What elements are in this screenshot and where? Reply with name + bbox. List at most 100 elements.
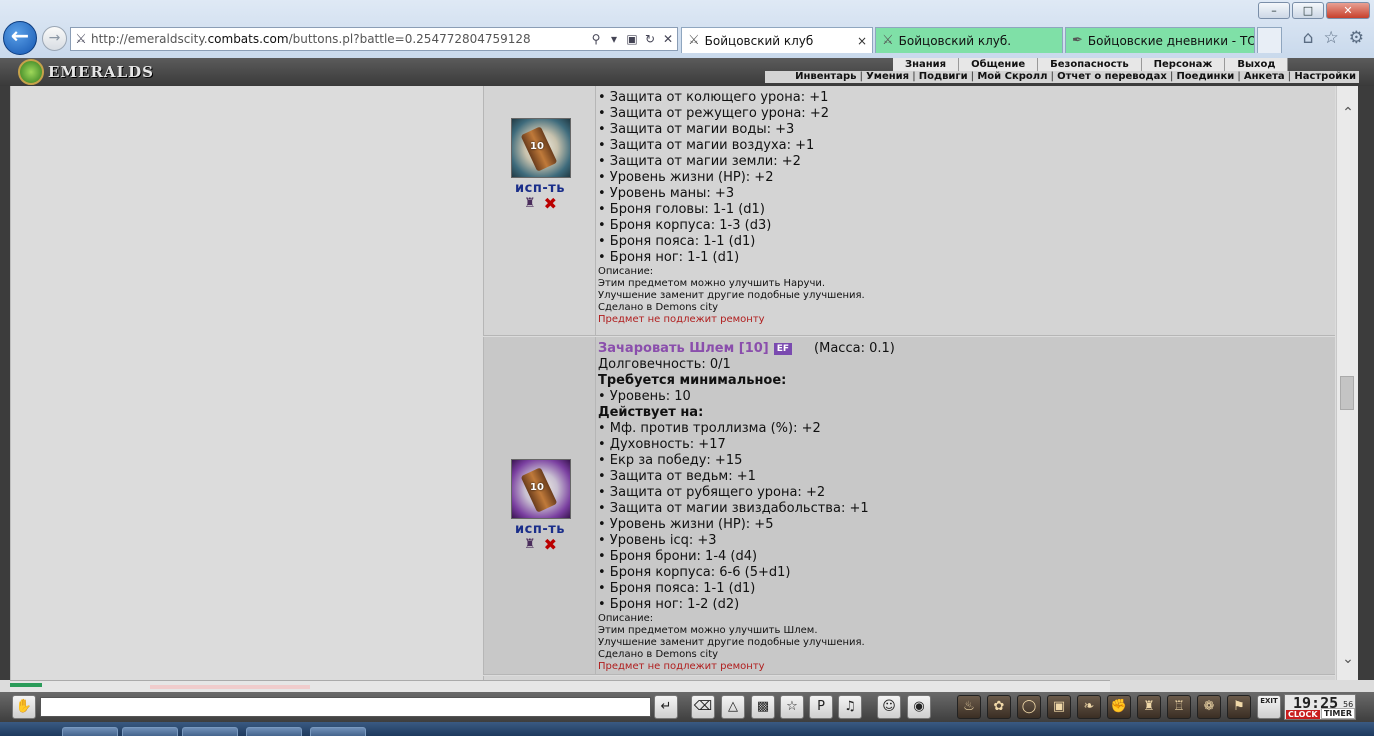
- close-window-button[interactable]: ✕: [1326, 2, 1370, 19]
- close-tab-icon[interactable]: ×: [857, 34, 867, 48]
- minimize-button[interactable]: –: [1258, 2, 1290, 19]
- chat-input[interactable]: [40, 697, 651, 717]
- window-controls: – □ ✕: [1258, 2, 1370, 19]
- home-icon[interactable]: ⌂: [1303, 28, 1314, 48]
- submenu-profile[interactable]: Анкета: [1241, 71, 1288, 83]
- dropdown-arrow-icon[interactable]: ▾: [605, 32, 623, 46]
- chest-icon[interactable]: ▣: [1047, 695, 1071, 719]
- favorites-star-icon[interactable]: ☆: [1324, 28, 1339, 48]
- taskbar-app-button[interactable]: [246, 727, 302, 736]
- submenu-feats[interactable]: Подвиги: [916, 71, 971, 83]
- delete-item-icon[interactable]: ✖: [544, 536, 557, 552]
- quill-icon: ✒: [1072, 33, 1083, 48]
- tab-combats-2[interactable]: ⚔ Бойцовский клуб.: [875, 27, 1063, 53]
- description-label: Описание:: [598, 266, 654, 277]
- taskbar-app-button[interactable]: [182, 727, 238, 736]
- chat-message-highlight: [150, 685, 310, 689]
- submenu-transfer-report[interactable]: Отчет о переводах: [1054, 71, 1170, 83]
- send-enter-icon[interactable]: ↵: [654, 695, 678, 719]
- tab-label: Бойцовский клуб: [704, 33, 814, 48]
- description-line: Этим предметом можно улучшить Шлем.: [598, 625, 818, 636]
- scrollbar-thumb[interactable]: [1340, 376, 1354, 410]
- potion-bag-icon[interactable]: ♨: [957, 695, 981, 719]
- back-button[interactable]: ←: [3, 21, 37, 55]
- gauntlet-icon[interactable]: ✊: [1107, 695, 1131, 719]
- search-icon[interactable]: ⚲: [587, 32, 605, 46]
- menu-character[interactable]: Персонаж: [1142, 58, 1226, 71]
- clock-widget[interactable]: 19:25 56 CLOCK TIMER: [1284, 694, 1356, 720]
- url-suffix: /buttons.pl?battle=0.254772804759128: [288, 32, 531, 46]
- castle-icon[interactable]: ♖: [1167, 695, 1191, 719]
- submenu-my-scroll[interactable]: Мой Скролл: [974, 71, 1050, 83]
- menu-exit[interactable]: Выход: [1225, 58, 1289, 71]
- refresh-icon[interactable]: ↻: [641, 32, 659, 46]
- item-details: • Защита от колющего урона: +1 • Защита …: [598, 86, 1328, 326]
- item-durability: Долговечность: 0/1: [598, 357, 731, 372]
- timer-mode-button[interactable]: TIMER: [1321, 708, 1356, 719]
- address-url[interactable]: http://emeraldscity.combats.com/buttons.…: [91, 32, 587, 46]
- use-item-link[interactable]: исп-ть: [484, 181, 596, 196]
- taskbar-app-button[interactable]: [62, 727, 118, 736]
- delete-item-icon[interactable]: ✖: [544, 195, 557, 211]
- scroll-item-icon[interactable]: 10: [511, 118, 571, 178]
- new-tab-button[interactable]: [1257, 27, 1282, 53]
- menu-knowledge[interactable]: Знания: [893, 58, 960, 71]
- no-repair-notice: Предмет не подлежит ремонту: [598, 661, 765, 672]
- scroll-up-icon[interactable]: ⌃: [1337, 102, 1359, 124]
- wand-icon[interactable]: ❧: [1077, 695, 1101, 719]
- fire-icon[interactable]: ✿: [987, 695, 1011, 719]
- running-man-icon[interactable]: ☆: [780, 695, 804, 719]
- item-level-number: 10: [530, 482, 544, 493]
- sound-icon[interactable]: ♫: [838, 695, 862, 719]
- smiley-icon[interactable]: ☺: [877, 695, 901, 719]
- armor-icon[interactable]: ♜: [1137, 695, 1161, 719]
- scroll-down-icon[interactable]: ⌄: [1337, 648, 1359, 670]
- helmet-icon[interactable]: ◉: [907, 695, 931, 719]
- requirement-level: • Уровень: 10: [598, 389, 691, 404]
- taskbar-app-button[interactable]: [122, 727, 178, 736]
- gear-icon[interactable]: ⚙: [1349, 28, 1364, 48]
- forward-button[interactable]: →: [42, 26, 67, 51]
- hand-icon[interactable]: ✋: [12, 695, 36, 719]
- use-item-link[interactable]: исп-ть: [484, 522, 596, 537]
- url-domain: combats.com: [207, 32, 289, 46]
- exit-label: EXIT: [1260, 697, 1278, 705]
- submenu-skills[interactable]: Умения: [863, 71, 912, 83]
- submenu-duels[interactable]: Поединки: [1173, 71, 1237, 83]
- item-controls: ♜ ✖: [524, 536, 564, 552]
- compat-view-icon[interactable]: ▣: [623, 32, 641, 46]
- menu-security[interactable]: Безопасность: [1038, 58, 1142, 71]
- item-mass: (Масса: 0.1): [814, 341, 895, 356]
- content-scrollbar[interactable]: ⌃ ⌄: [1336, 86, 1358, 680]
- equip-shirt-icon[interactable]: ♜: [524, 537, 536, 552]
- exit-door-icon[interactable]: EXIT: [1257, 695, 1281, 719]
- taskbar-app-button[interactable]: [310, 727, 366, 736]
- submenu-settings[interactable]: Настройки: [1291, 71, 1359, 83]
- description-line: Улучшение заменит другие подобные улучше…: [598, 637, 865, 648]
- tab-combats-active[interactable]: ⚔ Бойцовский клуб ×: [681, 27, 873, 53]
- translit-icon[interactable]: P: [809, 695, 833, 719]
- emeralds-logo: EMERALDS: [18, 59, 154, 85]
- filter-icon[interactable]: △: [721, 695, 745, 719]
- menu-communication[interactable]: Общение: [959, 58, 1039, 71]
- submenu-inventory[interactable]: Инвентарь: [792, 71, 859, 83]
- scroll-item-icon[interactable]: 10: [511, 459, 571, 519]
- chat-strip: [10, 680, 1110, 692]
- item-stat: • Защита от магии воды: +3: [598, 122, 795, 137]
- address-bar[interactable]: ⚔ http://emeraldscity.combats.com/button…: [70, 27, 678, 51]
- save-icon[interactable]: ▩: [751, 695, 775, 719]
- stop-icon[interactable]: ✕: [659, 32, 677, 46]
- item-name-link[interactable]: Зачаровать Шлем [10]: [598, 341, 769, 357]
- game-header: EMERALDS Знания Общение Безопасность Пер…: [0, 58, 1374, 86]
- requirements-heading: Требуется минимальное:: [598, 373, 787, 388]
- flag-icon[interactable]: ⚑: [1227, 695, 1251, 719]
- tab-diaries[interactable]: ✒ Бойцовские дневники - ТО...: [1065, 27, 1255, 53]
- clock-mode-button[interactable]: CLOCK: [1286, 710, 1320, 719]
- game-toolbar: ✋ ↵ ⌫ △ ▩ ☆ P ♫ ☺ ◉ ♨ ✿ ◯ ▣ ❧ ✊ ♜ ♖ ❁ ⚑ …: [0, 692, 1374, 722]
- money-bag-icon[interactable]: ◯: [1017, 695, 1041, 719]
- no-repair-notice: Предмет не подлежит ремонту: [598, 314, 765, 325]
- maximize-button[interactable]: □: [1292, 2, 1324, 19]
- equip-shirt-icon[interactable]: ♜: [524, 196, 536, 211]
- eraser-icon[interactable]: ⌫: [691, 695, 715, 719]
- flower-icon[interactable]: ❁: [1197, 695, 1221, 719]
